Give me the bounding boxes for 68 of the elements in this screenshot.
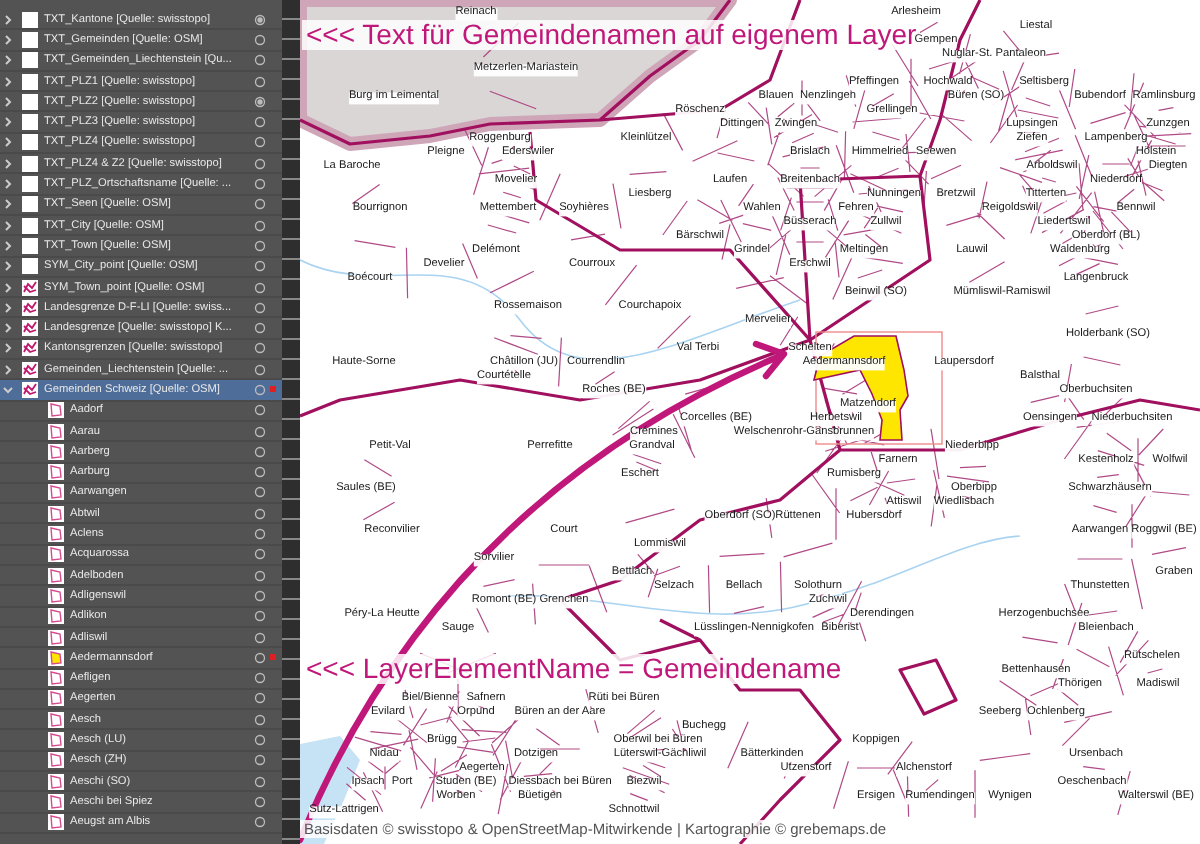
chevron-icon[interactable]: [2, 322, 14, 335]
visibility-circle-icon[interactable]: [254, 239, 266, 252]
visibility-circle-icon[interactable]: [254, 569, 266, 582]
visibility-circle-icon[interactable]: [254, 486, 266, 499]
chevron-icon[interactable]: [2, 178, 14, 191]
chevron-icon[interactable]: [2, 136, 14, 149]
layer-thumbnail-icon: [22, 381, 38, 398]
visibility-circle-icon[interactable]: [254, 219, 266, 232]
visibility-circle-icon[interactable]: [254, 342, 266, 355]
visibility-circle-icon[interactable]: [254, 322, 266, 335]
visibility-circle-icon[interactable]: [254, 651, 266, 664]
selection-square: [270, 386, 276, 393]
visibility-circle-icon[interactable]: [254, 178, 266, 191]
visibility-circle-icon[interactable]: [254, 610, 266, 623]
visibility-circle-icon[interactable]: [254, 54, 266, 67]
visibility-circle-icon[interactable]: [254, 548, 266, 561]
chevron-icon[interactable]: [2, 363, 14, 376]
chevron-icon[interactable]: [2, 75, 14, 88]
selection-square: [270, 654, 276, 661]
visibility-circle-icon[interactable]: [254, 672, 266, 685]
visibility-circle-icon[interactable]: [254, 136, 266, 149]
visibility-circle-icon[interactable]: [254, 754, 266, 767]
layer-thumbnail-icon: [22, 340, 38, 357]
layer-thumbnail-icon: [22, 279, 38, 295]
chevron-icon[interactable]: [2, 116, 14, 129]
visibility-circle-icon[interactable]: [254, 631, 266, 644]
visibility-circle-icon[interactable]: [254, 466, 266, 479]
visibility-circle-icon[interactable]: [254, 692, 266, 705]
visibility-circle-icon[interactable]: [254, 363, 266, 376]
visibility-circle-icon[interactable]: [254, 445, 266, 458]
visibility-circle-icon[interactable]: [254, 260, 266, 273]
layer-thumbnail-icon: [22, 299, 38, 316]
chevron-icon[interactable]: [2, 383, 14, 396]
visibility-circle-icon[interactable]: [254, 528, 266, 541]
chevron-icon[interactable]: [2, 54, 14, 67]
visibility-circle-icon[interactable]: [254, 734, 266, 747]
visibility-circle-icon[interactable]: [254, 383, 266, 396]
visibility-circle-icon[interactable]: [254, 198, 266, 211]
chevron-icon[interactable]: [2, 281, 14, 293]
visibility-circle-icon[interactable]: [254, 301, 266, 314]
visibility-circle-icon[interactable]: [254, 713, 266, 726]
chevron-icon[interactable]: [2, 33, 14, 46]
annotation-text: <<< LayerElementName = Gemeindename: [302, 654, 846, 685]
visibility-circle-icon[interactable]: [254, 13, 266, 26]
chevron-icon[interactable]: [2, 301, 14, 314]
visibility-circle-icon[interactable]: [254, 795, 266, 808]
layer-thumbnail-icon: [22, 320, 38, 337]
chevron-icon[interactable]: [2, 157, 14, 170]
chevron-icon[interactable]: [2, 198, 14, 211]
visibility-circle-icon[interactable]: [254, 425, 266, 438]
chevron-icon[interactable]: [2, 219, 14, 232]
visibility-circle-icon[interactable]: [254, 816, 266, 829]
visibility-circle-icon[interactable]: [254, 157, 266, 170]
visibility-circle-icon[interactable]: [254, 116, 266, 129]
layer-thumbnail-icon: [22, 361, 38, 378]
visibility-circle-icon[interactable]: [254, 281, 266, 293]
visibility-circle-icon[interactable]: [254, 589, 266, 602]
visibility-circle-icon[interactable]: [254, 404, 266, 417]
visibility-circle-icon[interactable]: [254, 775, 266, 788]
visibility-circle-icon[interactable]: [254, 75, 266, 88]
visibility-circle-icon[interactable]: [254, 507, 266, 520]
chevron-icon[interactable]: [2, 239, 14, 252]
chevron-icon[interactable]: [2, 95, 14, 108]
visibility-circle-icon[interactable]: [254, 33, 266, 46]
chevron-icon[interactable]: [2, 13, 14, 26]
chevron-icon[interactable]: [2, 342, 14, 355]
visibility-circle-icon[interactable]: [254, 95, 266, 108]
chevron-icon[interactable]: [2, 260, 14, 273]
